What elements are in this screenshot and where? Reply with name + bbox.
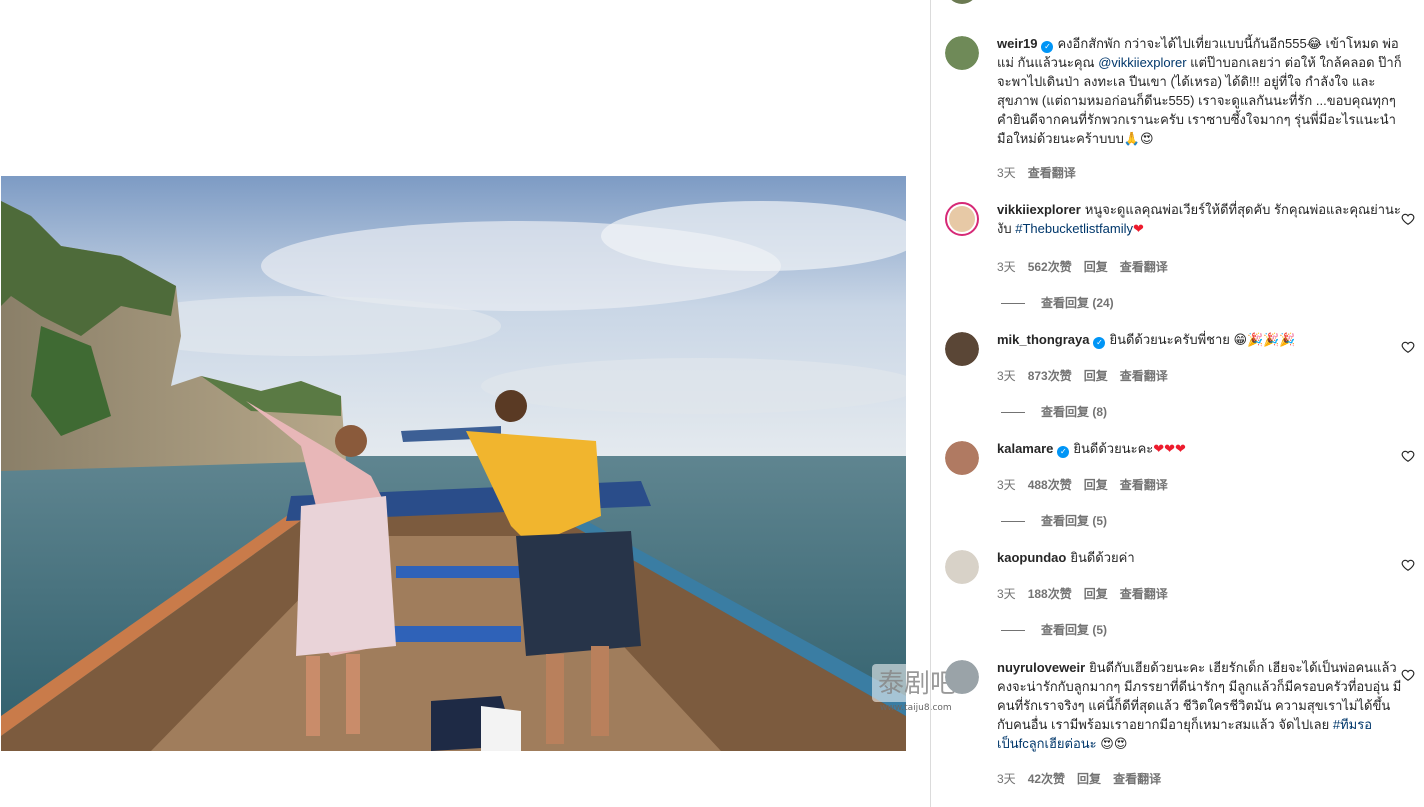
comment-text: kaopundao ยินดีด้วยค่า bbox=[997, 548, 1402, 567]
timestamp[interactable]: 3天 bbox=[997, 260, 1016, 274]
comment-username[interactable]: kalamare bbox=[997, 441, 1053, 456]
previous-avatar-stub bbox=[946, 0, 978, 4]
emoji-suffix: 😍😍 bbox=[1100, 737, 1128, 752]
view-replies-label: 查看回复 (8) bbox=[1041, 405, 1108, 419]
replies-divider bbox=[1001, 521, 1025, 523]
heart-emoji: ❤❤❤ bbox=[1153, 442, 1186, 457]
post-media-area: 泰剧吧 www.taiju8.com bbox=[0, 0, 984, 807]
verified-badge-icon: ✓ bbox=[1041, 41, 1054, 53]
heart-emoji: ❤ bbox=[1133, 222, 1144, 237]
translate-link[interactable]: 查看翻译 bbox=[1120, 260, 1168, 274]
comment-username[interactable]: nuyruloveweir bbox=[997, 660, 1085, 675]
comment-text: mik_thongraya ✓ ยินดีด้วยนะครับพี่ชาย 😁🎉🎉🎉 bbox=[997, 330, 1402, 349]
timestamp[interactable]: 3天 bbox=[997, 166, 1016, 180]
replies-divider bbox=[1001, 630, 1025, 632]
timestamp[interactable]: 3天 bbox=[997, 369, 1016, 383]
translate-link[interactable]: 查看翻译 bbox=[1113, 772, 1161, 786]
comment-meta: 3天 562次赞 回复 查看翻译 bbox=[997, 258, 1180, 275]
reply-button[interactable]: 回复 bbox=[1084, 260, 1108, 274]
avatar[interactable] bbox=[945, 36, 979, 70]
avatar[interactable] bbox=[945, 660, 979, 694]
comment-username[interactable]: vikkiiexplorer bbox=[997, 202, 1081, 217]
replies-divider bbox=[1001, 412, 1025, 414]
comment-text-part: ยินดีด้วยนะครับพี่ชาย 😁🎉🎉🎉 bbox=[1109, 332, 1296, 347]
reply-button[interactable]: 回复 bbox=[1084, 369, 1108, 383]
comment-text-part: ยินดีด้วยนะคะ bbox=[1073, 441, 1154, 456]
comment-meta: 3天 42次赞 回复 查看翻译 bbox=[997, 770, 1173, 787]
like-count[interactable]: 42次赞 bbox=[1028, 772, 1065, 786]
timestamp[interactable]: 3天 bbox=[997, 587, 1016, 601]
caption-meta: 3天 查看翻译 bbox=[997, 164, 1088, 181]
timestamp[interactable]: 3天 bbox=[997, 772, 1016, 786]
translate-link[interactable]: 查看翻译 bbox=[1028, 166, 1076, 180]
translate-link[interactable]: 查看翻译 bbox=[1120, 369, 1168, 383]
view-replies-button[interactable]: 查看回复 (5) bbox=[1001, 621, 1107, 638]
heart-outline-icon[interactable] bbox=[1401, 212, 1415, 226]
comment-meta: 3天 488次赞 回复 查看翻译 bbox=[997, 476, 1180, 493]
avatar[interactable] bbox=[945, 441, 979, 475]
view-replies-button[interactable]: 查看回复 (8) bbox=[1001, 403, 1107, 420]
avatar[interactable] bbox=[945, 550, 979, 584]
caption-username[interactable]: weir19 bbox=[997, 36, 1037, 51]
comment-text: kalamare ✓ ยินดีด้วยนะคะ❤❤❤ bbox=[997, 439, 1402, 459]
comment-text: vikkiiexplorer หนูจะดูแลคุณพ่อเวียร์ให้ดี… bbox=[997, 200, 1402, 239]
comment-username[interactable]: kaopundao bbox=[997, 550, 1066, 565]
heart-outline-icon[interactable] bbox=[1401, 668, 1415, 682]
like-count[interactable]: 873次赞 bbox=[1028, 369, 1072, 383]
hashtag-link[interactable]: #Thebucketlistfamily bbox=[1015, 221, 1133, 236]
view-replies-label: 查看回复 (5) bbox=[1041, 514, 1108, 528]
view-replies-label: 查看回复 (5) bbox=[1041, 623, 1108, 637]
heart-outline-icon[interactable] bbox=[1401, 558, 1415, 572]
comment-meta: 3天 873次赞 回复 查看翻译 bbox=[997, 367, 1180, 384]
translate-link[interactable]: 查看翻译 bbox=[1120, 478, 1168, 492]
post-photo[interactable] bbox=[1, 176, 906, 751]
verified-badge-icon: ✓ bbox=[1093, 337, 1106, 349]
avatar[interactable] bbox=[945, 332, 979, 366]
like-count[interactable]: 488次赞 bbox=[1028, 478, 1072, 492]
replies-divider bbox=[1001, 303, 1025, 305]
view-replies-button[interactable]: 查看回复 (5) bbox=[1001, 512, 1107, 529]
view-replies-label: 查看回复 (24) bbox=[1041, 296, 1114, 310]
like-count[interactable]: 188次赞 bbox=[1028, 587, 1072, 601]
view-replies-button[interactable]: 查看回复 (24) bbox=[1001, 294, 1114, 311]
timestamp[interactable]: 3天 bbox=[997, 478, 1016, 492]
comment-text: nuyruloveweir ยินดีกับเฮียด้วยนะคะ เฮียรั… bbox=[997, 658, 1402, 754]
like-count[interactable]: 562次赞 bbox=[1028, 260, 1072, 274]
comment-meta: 3天 188次赞 回复 查看翻译 bbox=[997, 585, 1180, 602]
comments-panel[interactable]: weir19 ✓ คงอีกสักพัก กว่าจะได้ไปเที่ยวแบบน… bbox=[931, 0, 1424, 807]
reply-button[interactable]: 回复 bbox=[1077, 772, 1101, 786]
heart-outline-icon[interactable] bbox=[1401, 340, 1415, 354]
caption-text: weir19 ✓ คงอีกสักพัก กว่าจะได้ไปเที่ยวแบบน… bbox=[997, 34, 1402, 148]
mention-link[interactable]: @vikkiiexplorer bbox=[1098, 55, 1186, 70]
avatar[interactable] bbox=[945, 202, 979, 236]
reply-button[interactable]: 回复 bbox=[1084, 478, 1108, 492]
comment-text-part: ยินดีด้วยค่า bbox=[1070, 550, 1135, 565]
verified-badge-icon: ✓ bbox=[1057, 446, 1070, 458]
photo-illustration bbox=[1, 176, 906, 751]
translate-link[interactable]: 查看翻译 bbox=[1120, 587, 1168, 601]
heart-outline-icon[interactable] bbox=[1401, 449, 1415, 463]
comment-username[interactable]: mik_thongraya bbox=[997, 332, 1089, 347]
reply-button[interactable]: 回复 bbox=[1084, 587, 1108, 601]
